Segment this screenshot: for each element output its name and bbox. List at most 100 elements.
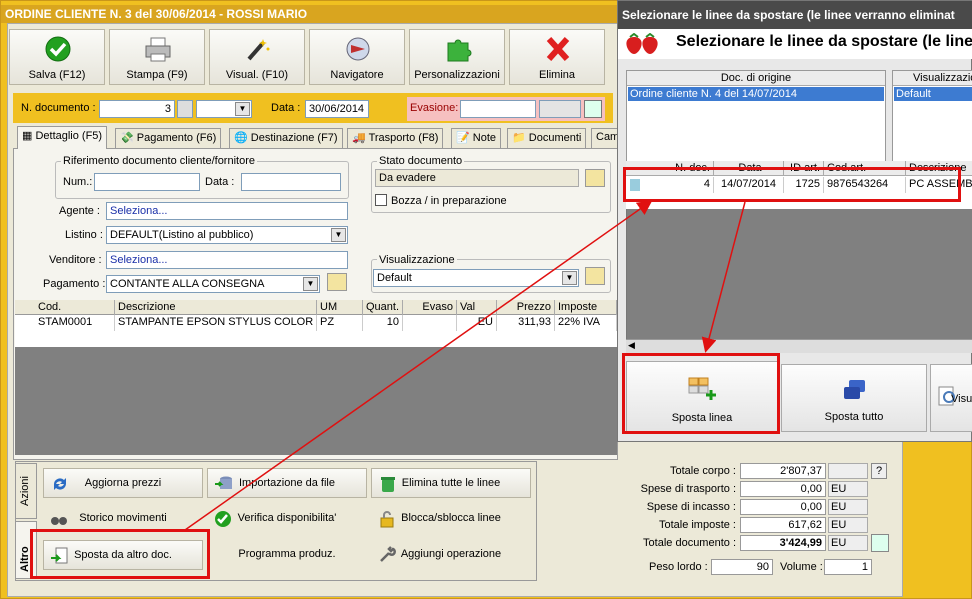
visual-button[interactable]: Visual. (F10) [209,29,305,85]
horizontal-scrollbar[interactable]: ◀ [626,339,972,353]
volume-label: Volume : [780,561,823,573]
dialog-heading: Selezionare le linee da spostare (le lin… [676,33,972,50]
chevron-down-icon: ▼ [303,277,318,291]
currency-label: EU [828,517,868,533]
col-val[interactable]: Val [457,300,497,315]
highlight-row [623,167,961,202]
aggiungi-operazione-button[interactable]: Aggiungi operazione [371,540,531,570]
doc-number-label: N. documento : [21,102,96,114]
recycle-bin-icon [381,477,395,492]
pagamento-label: Pagamento : [43,278,106,290]
col-quant[interactable]: Quant. [363,300,403,315]
col-um[interactable]: UM [317,300,363,315]
tab-documenti[interactable]: 📁 Documenti [507,128,587,148]
rif-num-input[interactable] [94,173,200,191]
verifica-button[interactable]: Verifica disponibilita' [207,504,367,534]
tab-azioni[interactable]: Azioni [15,463,37,519]
save-button[interactable]: Salva (F12) [9,29,105,85]
totale-documento-value: 3'424,99 [740,535,826,551]
tab-destinazione[interactable]: 🌐 Destinazione (F7) [229,128,343,148]
col-prezzo[interactable]: Prezzo [497,300,555,315]
aggiorna-prezzi-button[interactable]: Aggiorna prezzi [43,468,203,498]
stato-title: Stato documento [377,155,465,167]
spese-incasso-label: Spese di incasso : [646,501,736,513]
col-evaso[interactable]: Evaso [403,300,457,315]
tab-trasporto[interactable]: 🚚 Trasporto (F8) [347,128,444,148]
evasione-date-input[interactable] [460,100,536,118]
spese-trasporto-value[interactable]: 0,00 [740,481,826,497]
doc-series-combo[interactable]: ▼ [196,100,252,118]
rif-title: Riferimento documento cliente/fornitore [61,155,257,167]
tab-note[interactable]: 📝 Note [451,128,502,148]
table-row[interactable]: STAM0001 STAMPANTE EPSON STYLUS COLOR C.… [15,315,617,331]
date-input[interactable]: 30/06/2014 [305,100,369,118]
doc-number-spinner[interactable] [177,100,193,118]
padlock-icon [380,511,394,528]
window-title: ORDINE CLIENTE N. 3 del 30/06/2014 - ROS… [1,5,621,23]
magnifier-icon[interactable] [584,100,602,118]
folder-icon[interactable] [585,169,605,187]
peso-label: Peso lordo : [649,561,708,573]
table-icon: ▦ [22,130,36,142]
bozza-label: Bozza / in preparazione [391,195,507,207]
checkmark-icon [215,511,231,527]
list-item[interactable]: Ordine cliente N. 4 del 14/07/2014 [628,87,884,101]
elimina-linee-button[interactable]: Elimina tutte le linee [371,468,531,498]
help-button[interactable]: ? [871,463,887,479]
magnifier-icon[interactable] [871,534,889,552]
bozza-checkbox[interactable] [375,194,387,206]
chevron-down-icon: ▼ [562,271,577,285]
agente-label: Agente : [59,205,100,217]
folder-icon[interactable] [327,273,347,291]
col-imposte[interactable]: Imposte [555,300,617,315]
sposta-tutto-button[interactable]: Sposta tutto [781,364,927,432]
navigator-button[interactable]: Navigatore [309,29,405,85]
totale-documento-label: Totale documento : [643,537,736,549]
visualizza-button[interactable]: Visua [930,364,972,432]
totale-corpo-extra [828,463,868,479]
list-item[interactable]: Default [894,87,972,101]
highlight-sposta-da-altro [30,529,210,579]
importazione-button[interactable]: Importazione da file [207,468,367,498]
chevron-left-icon[interactable]: ◀ [628,340,635,351]
venditore-field[interactable]: Seleziona... [106,251,348,269]
col-descrizione[interactable]: Descrizione [115,300,317,315]
dialog-title: Selezionare le linee da spostare (le lin… [618,1,972,29]
tab-dettaglio[interactable]: ▦ Dettaglio (F5) [17,126,108,149]
evasione-label: Evasione: [410,102,459,114]
col-cod[interactable]: Cod. [35,300,115,315]
evasione-field[interactable] [539,100,581,118]
venditore-label: Venditore : [49,254,102,266]
doc-number-input[interactable]: 3 [99,100,175,118]
folder-icon[interactable] [585,267,605,285]
currency-label: EU [828,481,868,497]
money-icon: 💸 [120,132,137,144]
peso-value[interactable]: 90 [711,559,773,575]
visual-select[interactable]: Default ▼ [373,269,579,287]
totals-panel: Totale corpo : 2'807,37 ? Spese di trasp… [541,461,896,581]
agente-field[interactable]: Seleziona... [106,202,348,220]
programma-button[interactable]: Programma produz. [207,540,367,570]
volume-value[interactable]: 1 [824,559,872,575]
chevron-down-icon: ▼ [331,228,346,242]
pagamento-select[interactable]: CONTANTE ALLA CONSEGNA ▼ [106,275,320,293]
listino-select[interactable]: DEFAULT(Listino al pubblico) ▼ [106,226,348,244]
binoculars-icon [51,517,67,525]
red-x-icon [546,36,570,62]
rif-date-label: Data : [205,176,235,188]
delete-button[interactable]: Elimina [509,29,605,85]
tab-pagamento[interactable]: 💸 Pagamento (F6) [115,128,222,148]
rif-date-input[interactable] [241,173,341,191]
date-label: Data : [271,102,301,114]
spese-trasporto-label: Spese di trasporto : [640,483,736,495]
totale-imposte-value: 617,62 [740,517,826,533]
spese-incasso-value[interactable]: 0,00 [740,499,826,515]
print-button[interactable]: Stampa (F9) [109,29,205,85]
customize-button[interactable]: Personalizzazioni [409,29,505,85]
printer-icon [145,37,171,62]
folder-icon: 📁 [512,132,529,144]
compass-icon [346,37,370,61]
tab-cam[interactable]: Cam [591,128,619,148]
blocca-button[interactable]: Blocca/sblocca linee [371,504,531,534]
truck-icon: 🚚 [352,132,369,144]
